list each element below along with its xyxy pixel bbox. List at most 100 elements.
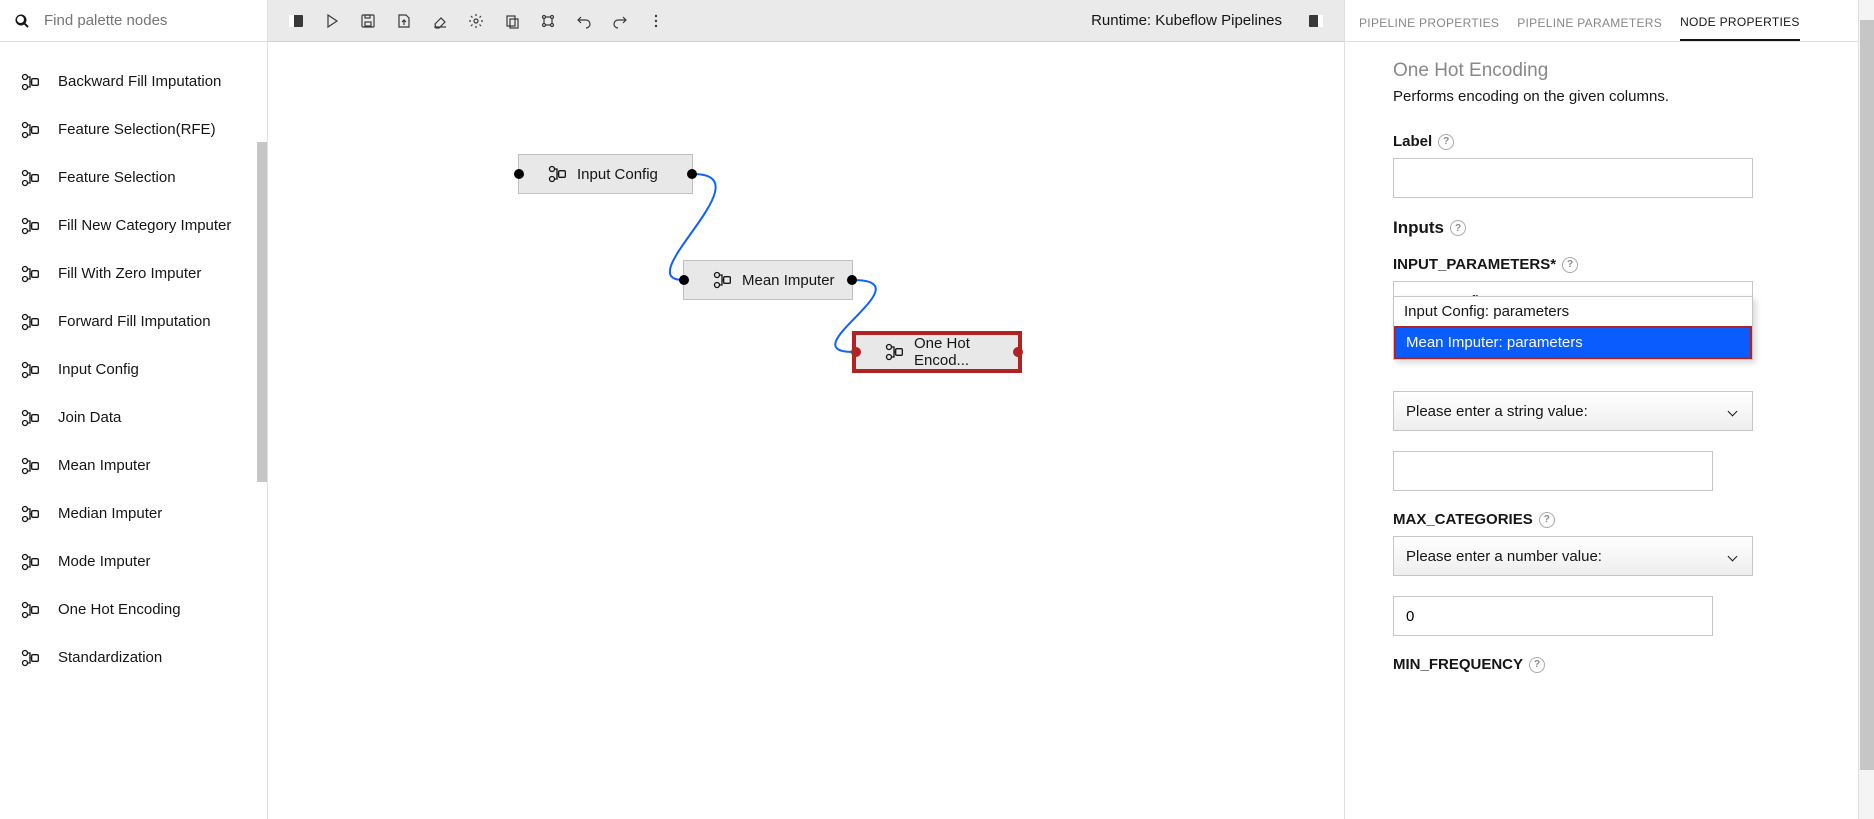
palette-item[interactable]: One Hot Encoding <box>0 586 267 634</box>
help-icon[interactable]: ? <box>1450 220 1466 236</box>
help-icon[interactable]: ? <box>1562 257 1578 273</box>
field-label: Label? <box>1393 133 1834 198</box>
properties-panel: PIPELINE PROPERTIES PIPELINE PARAMETERS … <box>1344 0 1874 819</box>
palette-item[interactable]: Mean Imputer <box>0 442 267 490</box>
flow-node-label: One Hot Encod... <box>914 335 1006 369</box>
canvas[interactable]: Input Config Mean Imputer One Hot Encod.… <box>268 42 1344 819</box>
node-icon <box>20 504 40 524</box>
port-out[interactable] <box>687 169 697 179</box>
node-icon <box>20 216 40 236</box>
tab-node-properties[interactable]: NODE PROPERTIES <box>1680 5 1800 41</box>
inputs-section: Inputs? <box>1393 218 1834 238</box>
paste-button[interactable] <box>494 3 530 39</box>
node-icon <box>20 648 40 668</box>
tabs: PIPELINE PROPERTIES PIPELINE PARAMETERS … <box>1345 0 1874 42</box>
palette-sidebar: Backward Fill Imputation Feature Selecti… <box>0 0 268 819</box>
clear-button[interactable] <box>422 3 458 39</box>
run-button[interactable] <box>314 3 350 39</box>
field-string-select: Please enter a string value: <box>1393 391 1834 431</box>
palette-item-label: Feature Selection <box>58 169 176 187</box>
port-out[interactable] <box>847 275 857 285</box>
select-placeholder: Please enter a string value: <box>1406 403 1588 420</box>
save-button[interactable] <box>350 3 386 39</box>
node-icon <box>20 264 40 284</box>
max-categories-label: MAX_CATEGORIES <box>1393 511 1533 528</box>
node-icon <box>20 456 40 476</box>
flow-node-one-hot-encoding[interactable]: One Hot Encod... <box>853 332 1021 372</box>
max-categories-input[interactable] <box>1393 596 1713 636</box>
tab-pipeline-properties[interactable]: PIPELINE PROPERTIES <box>1359 6 1499 40</box>
palette-item-label: Fill With Zero Imputer <box>58 265 201 283</box>
max-categories-select[interactable]: Please enter a number value: <box>1393 536 1753 576</box>
field-input-parameters: INPUT_PARAMETERS*? Input Config: paramet… <box>1393 256 1834 321</box>
palette-item[interactable]: Backward Fill Imputation <box>0 58 267 106</box>
node-icon <box>20 408 40 428</box>
undo-button[interactable] <box>566 3 602 39</box>
arrange-button[interactable] <box>530 3 566 39</box>
palette-scrollbar[interactable] <box>257 142 267 482</box>
palette-item-label: One Hot Encoding <box>58 601 181 619</box>
palette-item[interactable]: Standardization <box>0 634 267 682</box>
search-icon <box>14 13 30 29</box>
dropdown-option-highlighted[interactable]: Mean Imputer: parameters <box>1394 326 1752 359</box>
redo-button[interactable] <box>602 3 638 39</box>
palette-item[interactable]: Feature Selection <box>0 154 267 202</box>
palette-item[interactable]: Input Config <box>0 346 267 394</box>
collapse-palette-button[interactable] <box>278 3 314 39</box>
palette-item[interactable]: Feature Selection(RFE) <box>0 106 267 154</box>
help-icon[interactable]: ? <box>1438 134 1454 150</box>
palette-item-label: Input Config <box>58 361 139 379</box>
more-button[interactable] <box>638 3 674 39</box>
palette-item[interactable]: Mode Imputer <box>0 538 267 586</box>
chevron-down-icon <box>1728 406 1738 416</box>
help-icon[interactable]: ? <box>1539 512 1555 528</box>
palette-item[interactable]: Median Imputer <box>0 490 267 538</box>
string-select[interactable]: Please enter a string value: <box>1393 391 1753 431</box>
node-icon <box>20 120 40 140</box>
palette-item-label: Mean Imputer <box>58 457 151 475</box>
window-scrollbar[interactable] <box>1858 0 1874 819</box>
help-icon[interactable]: ? <box>1529 657 1545 673</box>
field-number-input <box>1393 596 1834 636</box>
input-params-dropdown: Input Config: parameters Mean Imputer: p… <box>1393 296 1753 360</box>
node-icon <box>20 552 40 572</box>
palette-item[interactable]: Forward Fill Imputation <box>0 298 267 346</box>
dropdown-option[interactable]: Input Config: parameters <box>1394 297 1752 326</box>
export-button[interactable] <box>386 3 422 39</box>
palette-item-label: Feature Selection(RFE) <box>58 121 216 139</box>
port-out[interactable] <box>1013 347 1023 357</box>
palette-search[interactable] <box>0 0 267 42</box>
field-min-frequency: MIN_FREQUENCY? <box>1393 656 1834 673</box>
flow-node-mean-imputer[interactable]: Mean Imputer <box>683 260 853 300</box>
palette-list: Backward Fill Imputation Feature Selecti… <box>0 42 267 819</box>
input-params-label: INPUT_PARAMETERS* <box>1393 256 1556 273</box>
palette-item-label: Mode Imputer <box>58 553 151 571</box>
palette-item-label: Forward Fill Imputation <box>58 313 211 331</box>
label-text: Label <box>1393 133 1432 150</box>
port-in[interactable] <box>514 169 524 179</box>
flow-node-input-config[interactable]: Input Config <box>518 154 693 194</box>
scrollbar-thumb[interactable] <box>1860 20 1874 770</box>
settings-button[interactable] <box>458 3 494 39</box>
tab-pipeline-parameters[interactable]: PIPELINE PARAMETERS <box>1517 6 1662 40</box>
port-in[interactable] <box>679 275 689 285</box>
palette-item-label: Backward Fill Imputation <box>58 73 221 91</box>
node-icon <box>20 600 40 620</box>
node-icon <box>20 312 40 332</box>
palette-item[interactable]: Join Data <box>0 394 267 442</box>
palette-item[interactable]: Fill With Zero Imputer <box>0 250 267 298</box>
node-description: Performs encoding on the given columns. <box>1393 88 1834 105</box>
node-icon <box>547 164 567 184</box>
node-icon <box>712 270 732 290</box>
palette-item-label: Fill New Category Imputer <box>58 217 231 235</box>
palette-item[interactable]: Fill New Category Imputer <box>0 202 267 250</box>
toggle-panel-button[interactable] <box>1298 3 1334 39</box>
runtime-label: Runtime: Kubeflow Pipelines <box>1075 12 1298 29</box>
chevron-down-icon <box>1728 551 1738 561</box>
palette-item-label: Standardization <box>58 649 162 667</box>
label-input[interactable] <box>1393 158 1753 198</box>
string-input[interactable] <box>1393 451 1713 491</box>
palette-search-input[interactable] <box>44 12 253 29</box>
port-in[interactable] <box>851 347 861 357</box>
node-title: One Hot Encoding <box>1393 60 1834 82</box>
